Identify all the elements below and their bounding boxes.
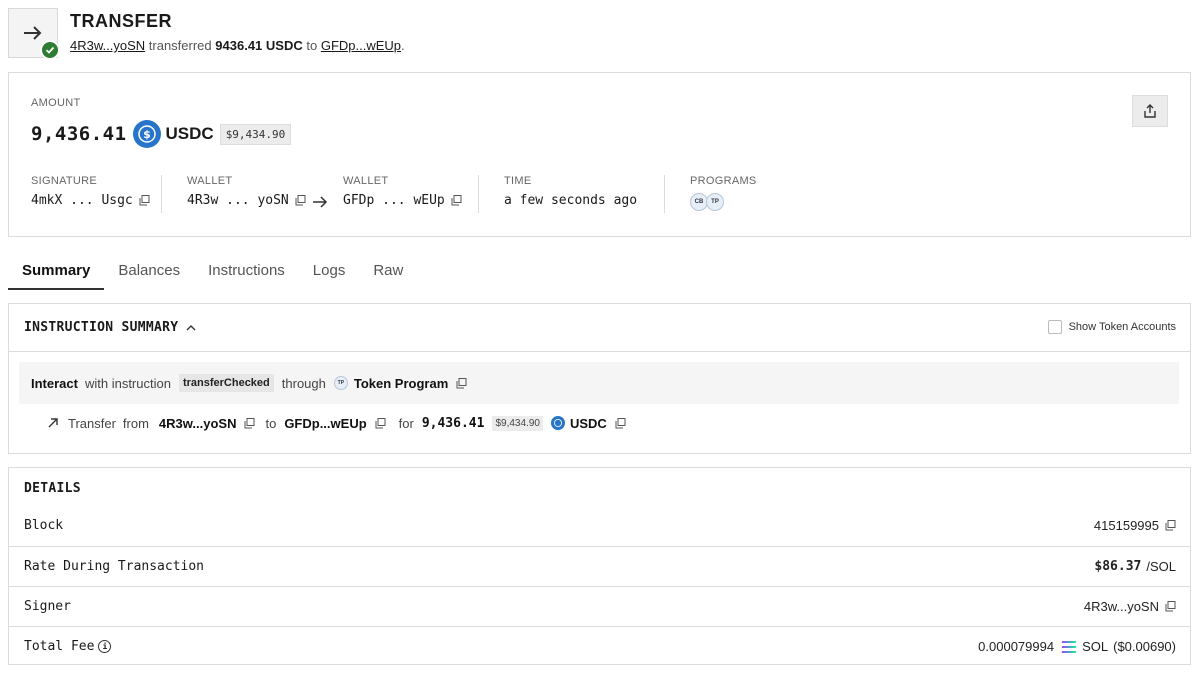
detail-row-block: Block 415159995 [9,506,1190,546]
copy-icon[interactable] [1165,601,1176,612]
wallet-to-field: WALLET GFDp ... wEUp [343,175,462,215]
description-period: . [401,38,405,53]
rate-unit: /SOL [1146,559,1176,574]
block-value[interactable]: 415159995 [1094,518,1159,533]
share-icon [1144,104,1156,118]
signer-value[interactable]: 4R3w...yoSN [1084,599,1159,614]
transfer-to-address[interactable]: GFDp...wEUp [284,416,366,431]
rate-value: $86.37 [1094,559,1142,574]
signature-value[interactable]: 4mkX ... Usgc [31,193,133,208]
transaction-description: 4R3w...yoSN transferred 9436.41 USDC to … [70,38,405,53]
description-to: to [306,38,318,53]
to-address-link[interactable]: GFDp...wEUp [321,38,401,53]
block-label: Block [24,518,64,533]
token-program-link[interactable]: Token Program [354,376,448,391]
wallet-from-value[interactable]: 4R3w ... yoSN [187,193,289,208]
copy-icon[interactable] [451,195,462,206]
amount-value: 9,436.41 [31,123,127,145]
copy-icon[interactable] [375,417,386,429]
tab-logs[interactable]: Logs [299,252,360,290]
fee-symbol: SOL [1082,639,1109,654]
program-badge-tp[interactable]: TP [706,193,724,211]
tab-raw[interactable]: Raw [359,252,417,290]
through-text: through [281,375,326,391]
copy-icon[interactable] [139,195,150,206]
programs-label: PROGRAMS [690,175,757,187]
amount-card: AMOUNT 9,436.41 $ USDC $9,434.90 SIGNATU… [8,72,1191,237]
description-amount: 9436.41 USDC [215,38,303,53]
copy-icon[interactable] [244,417,255,429]
instruction-summary-title: INSTRUCTION SUMMARY [24,320,179,335]
copy-icon[interactable] [615,417,626,429]
usdc-logo-icon [550,416,565,430]
details-panel: DETAILS Block 415159995 Rate During Tran… [8,467,1191,665]
transfer-word: Transfer [68,415,116,431]
wallet-from-label: WALLET [187,175,233,187]
token-program-badge: TP [333,376,348,390]
transfer-symbol[interactable]: USDC [570,416,607,431]
share-button[interactable] [1132,95,1168,127]
instruction-summary-header[interactable]: INSTRUCTION SUMMARY Show Token Accounts [9,304,1190,352]
copy-icon[interactable] [1165,520,1176,531]
show-token-accounts-toggle[interactable]: Show Token Accounts [1047,320,1176,334]
transaction-header: TRANSFER 4R3w...yoSN transferred 9436.41… [8,8,1188,60]
success-check-icon [40,40,60,60]
divider [161,175,162,213]
info-icon[interactable]: i [98,640,112,653]
tab-summary[interactable]: Summary [8,252,105,290]
time-label: TIME [504,175,532,187]
tab-instructions[interactable]: Instructions [194,252,299,290]
divider [478,175,479,213]
amount-label: AMOUNT [31,97,81,109]
arrow-up-right-icon [48,418,58,428]
amount-symbol: USDC [165,124,214,143]
programs-field: PROGRAMS CB TP [690,175,757,215]
time-value: a few seconds ago [504,193,638,208]
fee-value: 0.000079994 [978,639,1055,654]
copy-icon[interactable] [295,195,306,206]
detail-row-fee: Total Fee i 0.000079994 SOL ($0.00690) [9,626,1190,666]
rate-label: Rate During Transaction [24,559,205,574]
from-address-link[interactable]: 4R3w...yoSN [70,38,145,53]
amount-row: 9,436.41 $ USDC $9,434.90 [31,119,292,149]
with-instruction-text: with instruction [84,375,171,391]
chevron-up-icon[interactable] [186,324,196,332]
wallet-to-label: WALLET [343,175,389,187]
wallet-from-field: WALLET 4R3w ... yoSN [187,175,306,215]
wallet-to-value[interactable]: GFDp ... wEUp [343,193,445,208]
detail-row-rate: Rate During Transaction $86.37 /SOL [9,546,1190,586]
signature-field: SIGNATURE 4mkX ... Usgc [31,175,150,215]
transfer-usd-badge: $9,434.90 [492,415,543,431]
signature-label: SIGNATURE [31,175,98,187]
instruction-summary-panel: INSTRUCTION SUMMARY Show Token Accounts … [8,303,1191,454]
interact-word: Interact [31,375,78,391]
detail-row-signer: Signer 4R3w...yoSN [9,586,1190,626]
description-verb: transferred [148,38,212,53]
divider [664,175,665,213]
arrow-right-icon [312,195,328,235]
fee-label: Total Fee [24,639,95,654]
from-word: from [122,415,149,431]
usdc-logo-icon: $ [132,120,161,148]
show-token-accounts-label: Show Token Accounts [1068,321,1176,333]
instruction-name-pill: transferChecked [178,374,274,392]
tab-bar: Summary Balances Instructions Logs Raw [8,252,417,290]
transfer-amount: 9,436.41 [421,415,485,431]
transfer-detail-row: Transfer from 4R3w...yoSN to GFDp...wEUp… [47,412,626,434]
svg-text:$: $ [143,128,151,141]
fee-usd: ($0.00690) [1113,639,1176,654]
details-title: DETAILS [24,481,81,496]
copy-icon[interactable] [456,377,467,389]
instruction-interact-row: Interact with instruction transferChecke… [19,362,1179,404]
amount-usd-badge: $9,434.90 [219,123,292,145]
show-token-accounts-checkbox[interactable] [1047,320,1062,334]
signer-label: Signer [24,599,71,614]
tab-balances[interactable]: Balances [104,252,194,290]
time-field: TIME a few seconds ago [504,175,637,215]
to-word: to [265,415,277,431]
solana-logo-icon [1061,640,1077,653]
for-word: for [398,415,414,431]
transfer-from-address[interactable]: 4R3w...yoSN [159,416,237,431]
page-title: TRANSFER [70,11,172,31]
